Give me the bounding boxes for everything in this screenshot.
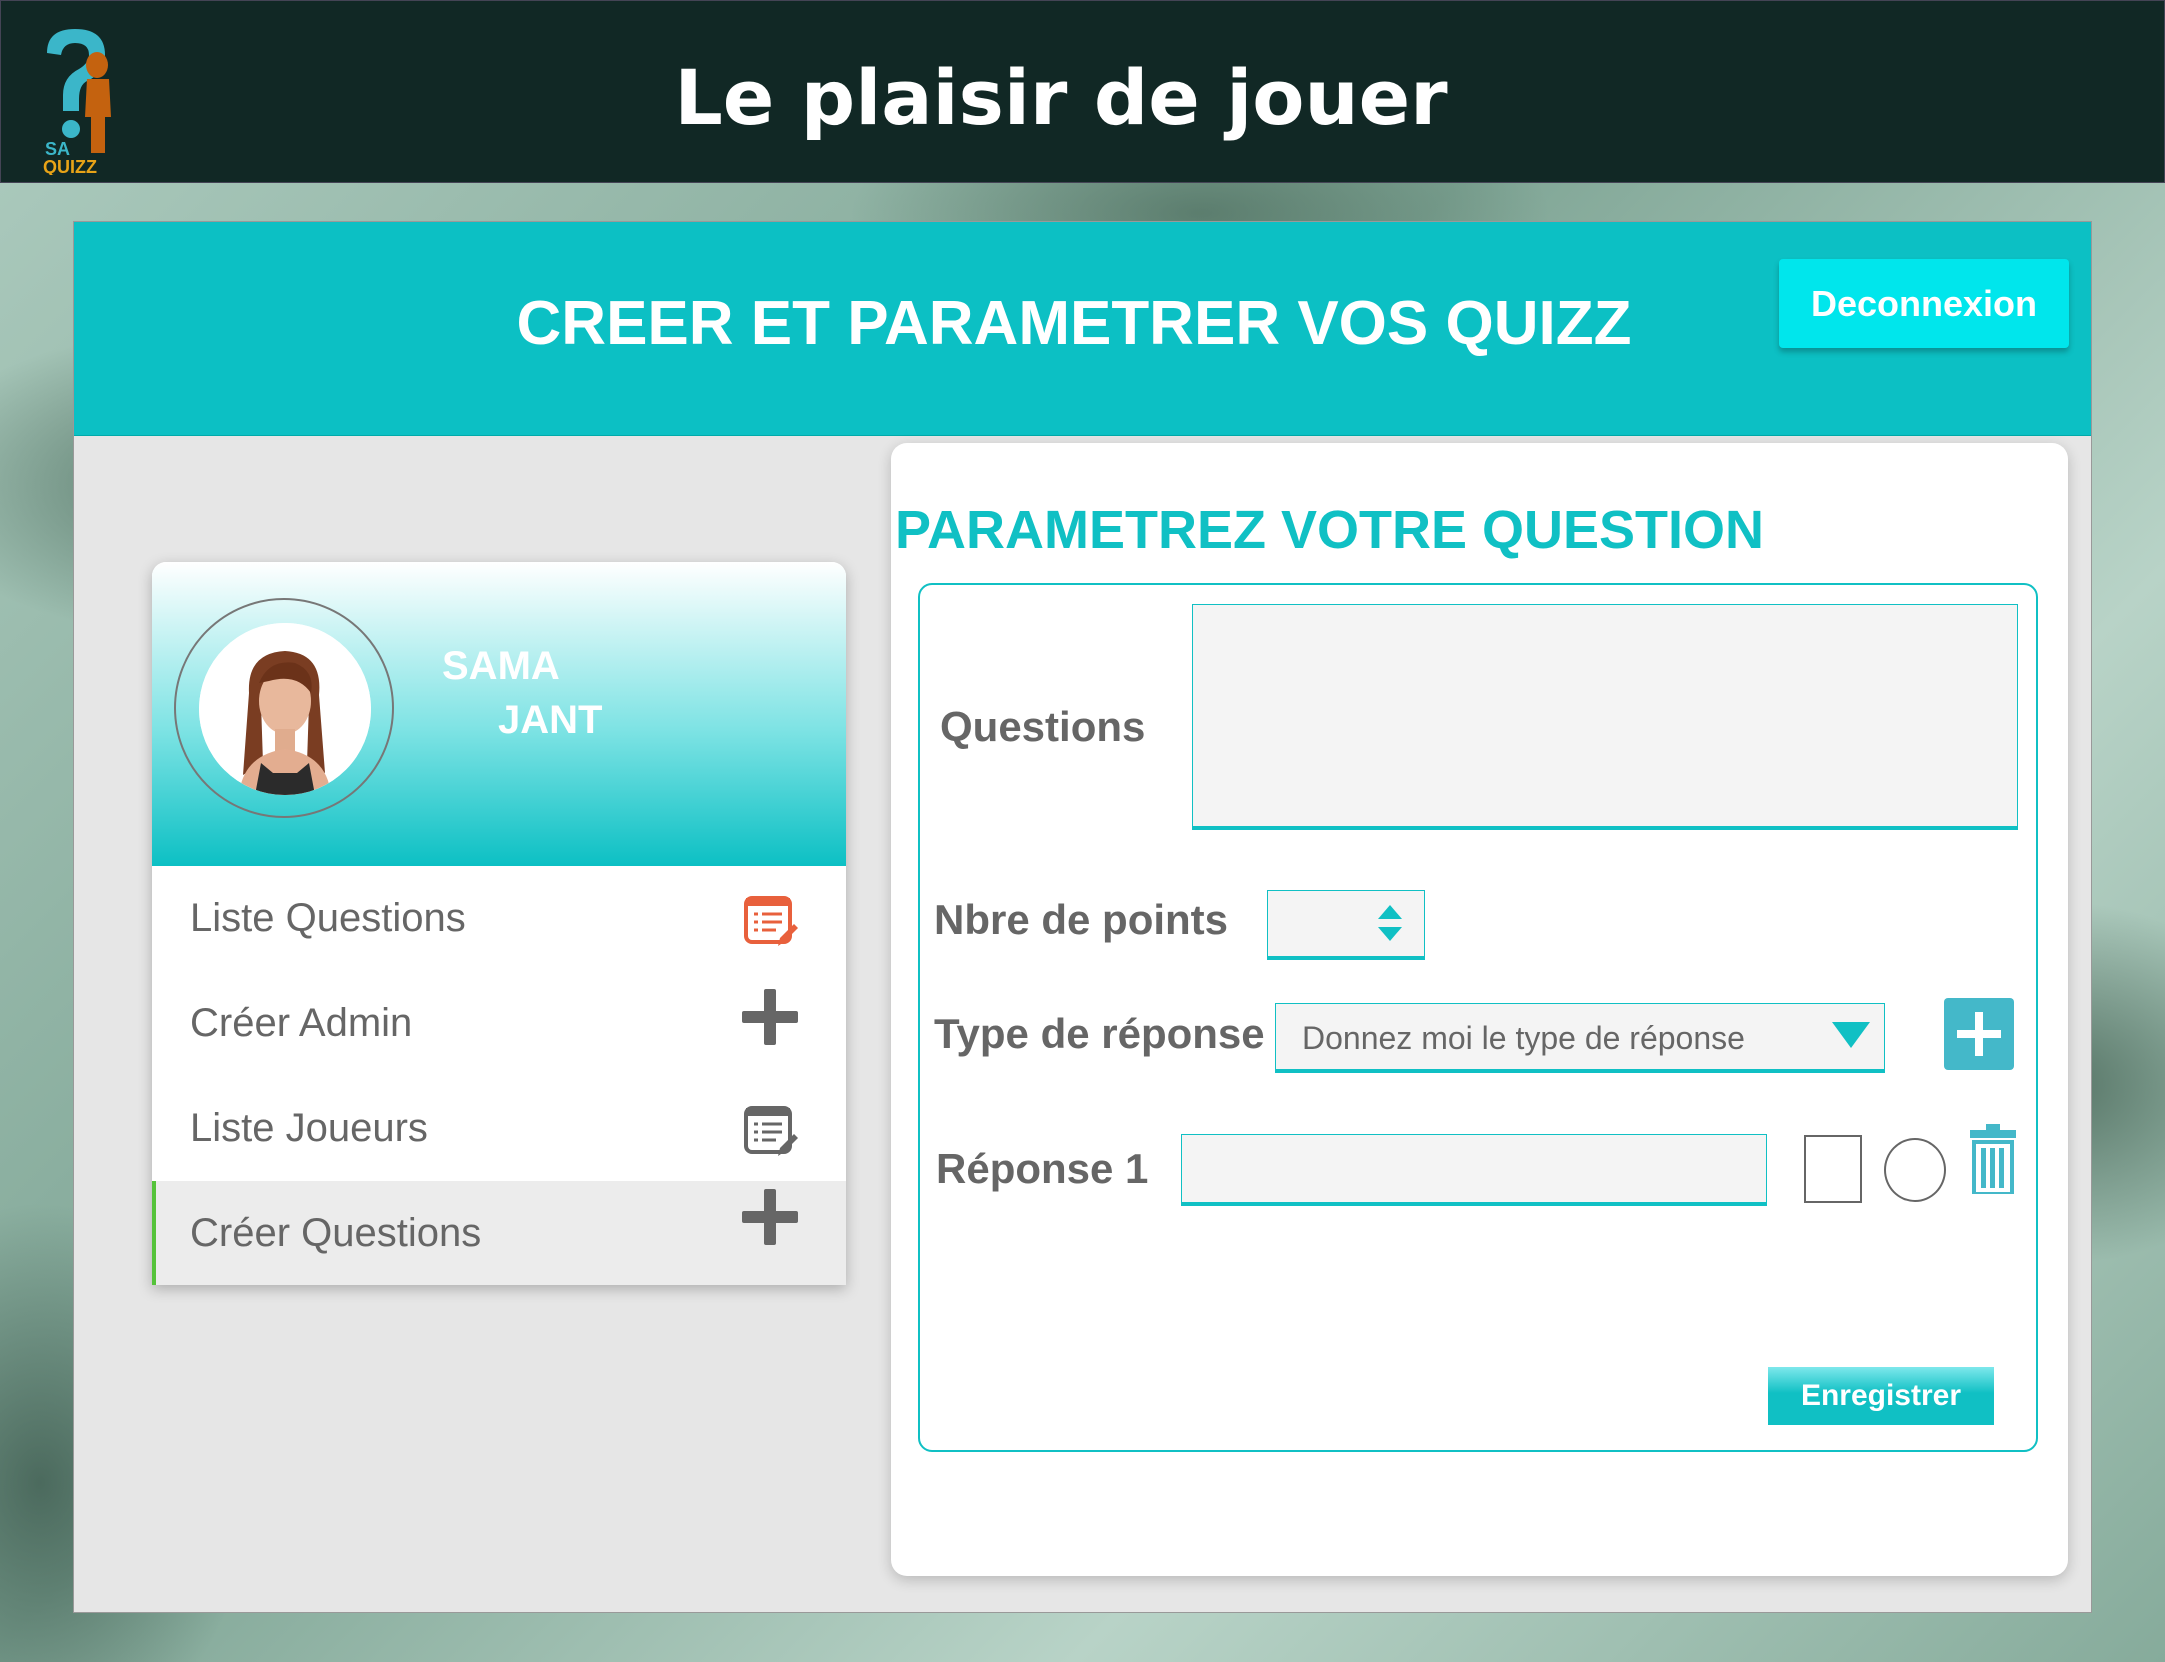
question-form: Questions Nbre de points Type de réponse…: [918, 583, 2038, 1452]
save-button[interactable]: Enregistrer: [1768, 1367, 1994, 1425]
page-title: CREER ET PARAMETRER VOS QUIZZ: [516, 289, 1632, 358]
logout-button[interactable]: Deconnexion: [1779, 259, 2069, 348]
dropdown-arrow-icon: [1832, 1022, 1870, 1048]
correct-answer-checkbox[interactable]: [1804, 1135, 1862, 1203]
edit-list-icon: [744, 896, 798, 946]
profile-header: SAMA JANT: [152, 562, 846, 866]
edit-list-icon: [744, 1106, 798, 1156]
question-label: Questions: [940, 703, 1146, 750]
avatar: [199, 623, 371, 795]
type-label: Type de réponse: [934, 1010, 1265, 1057]
add-response-button[interactable]: [1944, 998, 2014, 1070]
profile-card: SAMA JANT Liste Questions Créer Admin Li…: [152, 562, 846, 1285]
sidebar-item-liste-joueurs[interactable]: Liste Joueurs: [152, 1076, 846, 1181]
form-title: PARAMETREZ VOTRE QUESTION: [895, 500, 1765, 560]
plus-icon: [742, 989, 798, 1045]
sidebar-item-label: Créer Questions: [190, 1211, 482, 1255]
plus-icon: [1957, 1012, 2001, 1056]
answer-input[interactable]: [1181, 1134, 1767, 1206]
plus-icon: [742, 1189, 798, 1245]
user-last-name: JANT: [498, 698, 603, 742]
avatar-ring: [174, 598, 394, 818]
points-stepper[interactable]: [1267, 890, 1425, 960]
trash-icon[interactable]: [1970, 1124, 2016, 1194]
sidebar-item-creer-admin[interactable]: Créer Admin: [152, 971, 846, 1076]
question-textarea[interactable]: [1192, 604, 2018, 830]
sidebar-item-label: Liste Joueurs: [190, 1106, 428, 1150]
points-label: Nbre de points: [934, 896, 1229, 943]
correct-answer-radio[interactable]: [1884, 1138, 1946, 1202]
question-form-card: PARAMETREZ VOTRE QUESTION Questions Nbre…: [891, 443, 2068, 1576]
response-type-select[interactable]: Donnez moi le type de réponse: [1275, 1003, 1885, 1073]
user-first-name: SAMA: [442, 644, 560, 688]
sidebar-item-creer-questions[interactable]: Créer Questions: [152, 1181, 846, 1285]
spinner-arrows-icon[interactable]: [1376, 901, 1404, 945]
sidebar-item-label: Liste Questions: [190, 896, 466, 940]
sidebar-item-label: Créer Admin: [190, 1001, 413, 1045]
panel-header: CREER ET PARAMETRER VOS QUIZZ Deconnexio…: [74, 222, 2091, 436]
svg-text:QUIZZ: QUIZZ: [43, 157, 97, 175]
answer-label: Réponse 1: [936, 1145, 1149, 1192]
site-title: Le plaisir de jouer: [674, 53, 1448, 142]
sidebar-item-liste-questions[interactable]: Liste Questions: [152, 866, 846, 971]
sidebar-menu: Liste Questions Créer Admin Liste Joueur…: [152, 866, 846, 1285]
avatar-portrait: [199, 623, 371, 795]
top-bar: SA QUIZZ Le plaisir de jouer: [0, 0, 2165, 183]
select-placeholder: Donnez moi le type de réponse: [1302, 1020, 1745, 1056]
